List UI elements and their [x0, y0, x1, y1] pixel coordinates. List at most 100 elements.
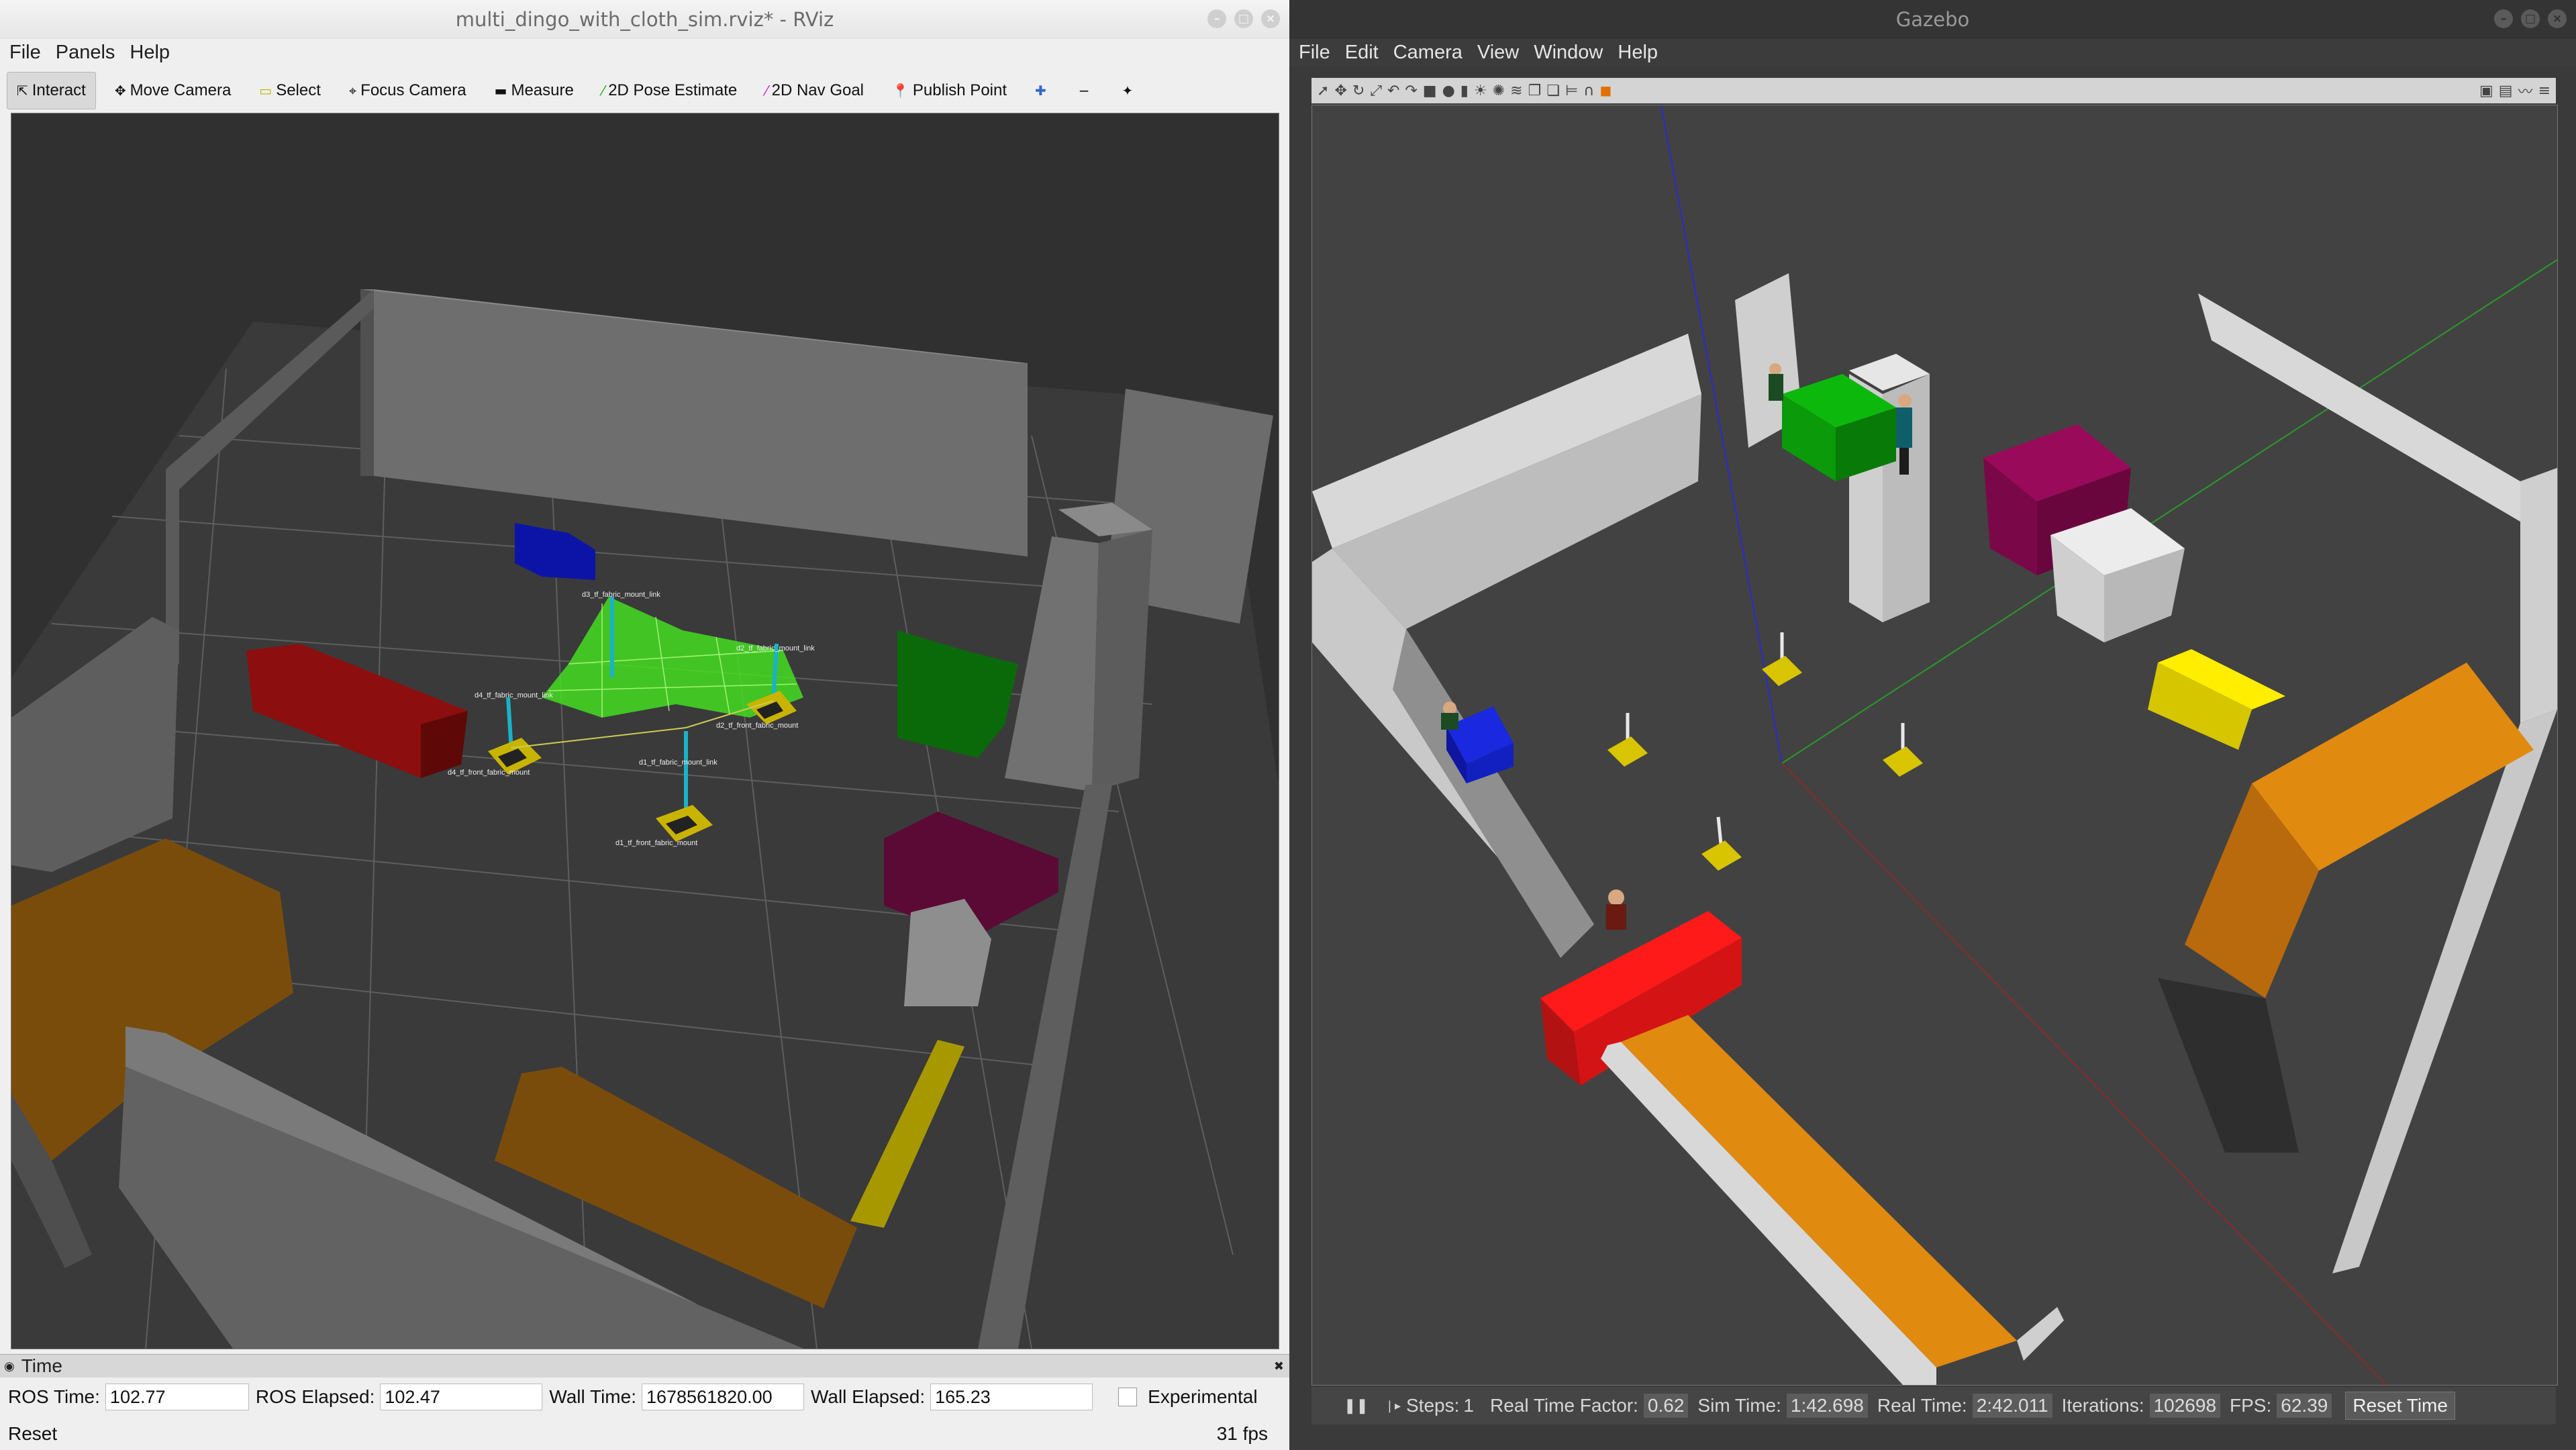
- remove-tool-button[interactable]: −: [1069, 72, 1103, 109]
- frame-label-d2-top: d2_tf_fabric_mount_link: [736, 644, 815, 652]
- sim-time-label: Sim Time:: [1697, 1395, 1781, 1416]
- tool-properties-button[interactable]: ✦: [1113, 72, 1147, 109]
- person-teal-head: [1898, 394, 1912, 407]
- maximize-button[interactable]: □: [2521, 9, 2540, 28]
- tool-focus-camera[interactable]: ⌖ Focus Camera: [340, 72, 476, 109]
- point-light-icon[interactable]: ☀: [1474, 83, 1487, 99]
- rviz-titlebar[interactable]: multi_dingo_with_cloth_sim.rviz* - RViz …: [0, 0, 1289, 40]
- person-red-head: [1608, 889, 1624, 906]
- step-icon[interactable]: ❘▸: [1385, 1399, 1401, 1413]
- gazebo-menubar: File Edit Camera View Window Help: [1289, 39, 2576, 66]
- spot-light-icon[interactable]: ✺: [1493, 83, 1505, 99]
- gazebo-window-title: Gazebo: [1895, 8, 1970, 31]
- panel-close-icon[interactable]: ✖: [1274, 1359, 1284, 1373]
- measure-icon: ▬: [494, 83, 507, 99]
- time-panel-title: Time: [21, 1355, 62, 1376]
- sphere-shape-icon[interactable]: ●: [1442, 83, 1455, 99]
- rviz-toolbar: ⇱ Interact ✥ Move Camera ▭ Select ⌖ Focus Ca…: [7, 71, 1283, 110]
- move-camera-icon: ✥: [114, 83, 126, 99]
- gazebo-3d-viewport[interactable]: [1311, 105, 2558, 1386]
- pose-estimate-icon: ⁄: [601, 83, 605, 99]
- rviz-scene[interactable]: d3_tf_fabric_mount_link d2_tf_fabric_mou…: [11, 113, 1279, 1349]
- fps-label: FPS:: [2230, 1395, 2272, 1416]
- menu-edit[interactable]: Edit: [1345, 42, 1379, 64]
- tool-2d-pose-estimate[interactable]: ⁄ 2D Pose Estimate: [593, 72, 746, 109]
- screenshot-icon[interactable]: ▣: [2479, 83, 2493, 99]
- snap-icon[interactable]: ∩: [1583, 83, 1594, 99]
- rviz-footer: Reset 31 fps: [0, 1418, 1289, 1450]
- plot-icon[interactable]: 〰: [2518, 80, 2533, 101]
- menu-file[interactable]: File: [1299, 42, 1330, 64]
- close-button[interactable]: ×: [2548, 9, 2567, 28]
- pause-icon[interactable]: ❚❚: [1344, 1397, 1369, 1414]
- wall-time-label: Wall Time:: [549, 1386, 636, 1407]
- steps-label: Steps:: [1406, 1395, 1460, 1416]
- box-shape-icon[interactable]: ■: [1423, 83, 1437, 99]
- menu-help[interactable]: Help: [1618, 42, 1658, 64]
- scale-mode-icon[interactable]: ⤢: [1370, 83, 1382, 99]
- rviz-window: multi_dingo_with_cloth_sim.rviz* - RViz …: [0, 0, 1289, 1450]
- tool-interact[interactable]: ⇱ Interact: [7, 72, 96, 109]
- menu-camera[interactable]: Camera: [1393, 42, 1463, 64]
- add-tool-button[interactable]: ✚: [1026, 72, 1060, 109]
- menu-file[interactable]: File: [9, 42, 41, 64]
- close-button[interactable]: ×: [1261, 9, 1280, 28]
- video-record-icon[interactable]: ≡: [2538, 83, 2550, 99]
- gazebo-titlebar[interactable]: Gazebo – □ ×: [1289, 0, 2576, 39]
- sim-time-value: 1:42.698: [1786, 1394, 1868, 1418]
- ros-time-label: ROS Time:: [8, 1386, 100, 1407]
- wall-elapsed-label: Wall Elapsed:: [810, 1386, 926, 1407]
- interact-icon: ⇱: [17, 83, 28, 99]
- experimental-checkbox[interactable]: [1118, 1388, 1138, 1406]
- log-icon[interactable]: ▤: [2499, 83, 2513, 99]
- time-panel-header: ◉ Time ✖: [0, 1354, 1289, 1378]
- real-time-value: 2:42.011: [1972, 1394, 2052, 1418]
- translate-mode-icon[interactable]: ✥: [1334, 83, 1346, 99]
- menu-help[interactable]: Help: [130, 42, 170, 64]
- tool-measure[interactable]: ▬ Measure: [485, 72, 583, 109]
- cylinder-shape-icon[interactable]: ▮: [1460, 83, 1469, 99]
- nav-goal-icon: ⁄: [765, 83, 768, 99]
- wall-elapsed-field[interactable]: 165.23: [930, 1384, 1093, 1410]
- reset-button[interactable]: Reset: [8, 1423, 57, 1445]
- rotate-mode-icon[interactable]: ↻: [1352, 83, 1365, 99]
- iterations-value: 102698: [2149, 1394, 2221, 1418]
- maximize-button[interactable]: □: [1234, 9, 1253, 28]
- gazebo-scene[interactable]: [1312, 105, 2557, 1385]
- frame-label-d1-base: d1_tf_front_fabric_mount: [615, 839, 697, 847]
- steps-value[interactable]: 1: [1463, 1395, 1474, 1416]
- menu-view[interactable]: View: [1477, 42, 1519, 64]
- real-time-label: Real Time:: [1877, 1395, 1967, 1416]
- minimize-button[interactable]: –: [2494, 9, 2513, 28]
- tool-select[interactable]: ▭ Select: [250, 72, 330, 109]
- redo-icon[interactable]: ↷: [1405, 83, 1417, 99]
- reset-time-button[interactable]: Reset Time: [2345, 1392, 2455, 1420]
- person-green-head: [1769, 363, 1781, 375]
- panel-collapse-icon[interactable]: ◉: [4, 1359, 15, 1373]
- ros-elapsed-field[interactable]: 102.47: [380, 1384, 543, 1410]
- menu-panels[interactable]: Panels: [56, 42, 115, 64]
- undo-icon[interactable]: ↶: [1387, 83, 1399, 99]
- align-icon[interactable]: ⊨: [1565, 83, 1578, 99]
- ros-time-field[interactable]: 102.77: [105, 1384, 249, 1410]
- tool-publish-point[interactable]: 📍 Publish Point: [883, 72, 1016, 109]
- frame-label-d4-top: d4_tf_fabric_mount_link: [475, 691, 553, 699]
- frame-label-d1-top: d1_tf_fabric_mount_link: [639, 759, 717, 767]
- directional-light-icon[interactable]: ≋: [1510, 83, 1522, 99]
- rviz-3d-viewport[interactable]: d3_tf_fabric_mount_link d2_tf_fabric_mou…: [11, 113, 1279, 1349]
- tool-2d-nav-goal[interactable]: ⁄ 2D Nav Goal: [756, 72, 873, 109]
- minimize-button[interactable]: –: [1207, 9, 1226, 28]
- copy-icon[interactable]: ❐: [1528, 83, 1542, 99]
- plus-icon: ✚: [1035, 83, 1046, 99]
- rtf-label: Real Time Factor:: [1489, 1395, 1638, 1416]
- publish-point-icon: 📍: [892, 83, 909, 99]
- select-mode-icon[interactable]: ➚: [1317, 83, 1329, 99]
- fps-label: 31 fps: [1216, 1423, 1268, 1444]
- wall-time-field[interactable]: 1678561820.00: [641, 1384, 804, 1410]
- paste-icon[interactable]: ❏: [1546, 83, 1560, 99]
- menu-window[interactable]: Window: [1534, 42, 1603, 64]
- time-panel-fields: ROS Time: 102.77 ROS Elapsed: 102.47 Wal…: [0, 1380, 1289, 1414]
- frame-label-d2-base: d2_tf_front_fabric_mount: [716, 722, 798, 730]
- tool-move-camera[interactable]: ✥ Move Camera: [105, 72, 240, 109]
- change-view-icon[interactable]: ◼: [1599, 83, 1612, 99]
